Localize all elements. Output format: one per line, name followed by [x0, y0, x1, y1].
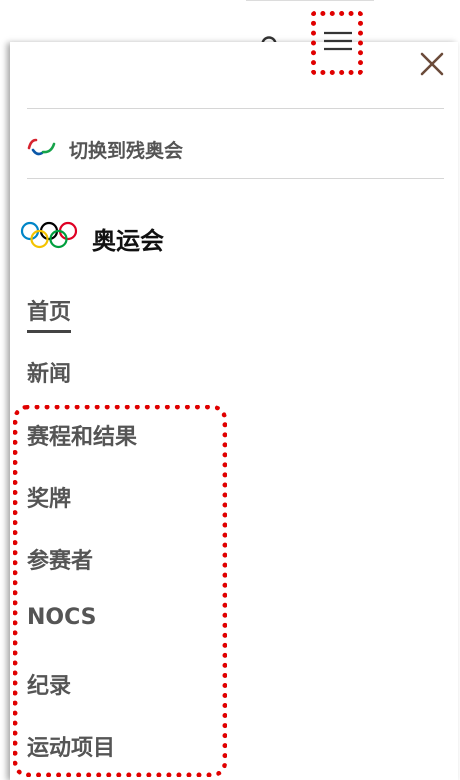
paralympic-agitos-icon — [27, 136, 57, 162]
nav-item-medals[interactable]: 奖牌 — [27, 481, 71, 513]
nav-item-nocs[interactable]: NOCS — [27, 605, 97, 630]
nav-item-records[interactable]: 纪录 — [27, 668, 71, 700]
nav-item-schedule-results[interactable]: 赛程和结果 — [27, 419, 137, 451]
olympic-rings-icon — [20, 221, 78, 255]
close-icon — [419, 51, 445, 81]
nav-item-athletes[interactable]: 参赛者 — [27, 543, 93, 575]
olympics-brand: 奥运会 — [20, 220, 164, 256]
brand-label: 奥运会 — [92, 226, 164, 255]
divider — [27, 178, 444, 179]
menu-button[interactable] — [311, 11, 365, 75]
nav-item-news[interactable]: 新闻 — [27, 356, 71, 388]
hamburger-menu-icon — [323, 30, 353, 56]
nav-item-sports[interactable]: 运动项目 — [27, 730, 115, 762]
switch-label: 切换到残奥会 — [69, 139, 184, 162]
divider — [27, 108, 444, 109]
switch-to-paralympics-link[interactable]: 切换到残奥会 — [27, 134, 183, 164]
top-strip — [246, 0, 374, 9]
close-button[interactable] — [416, 50, 448, 82]
nav-item-home[interactable]: 首页 — [27, 294, 72, 333]
